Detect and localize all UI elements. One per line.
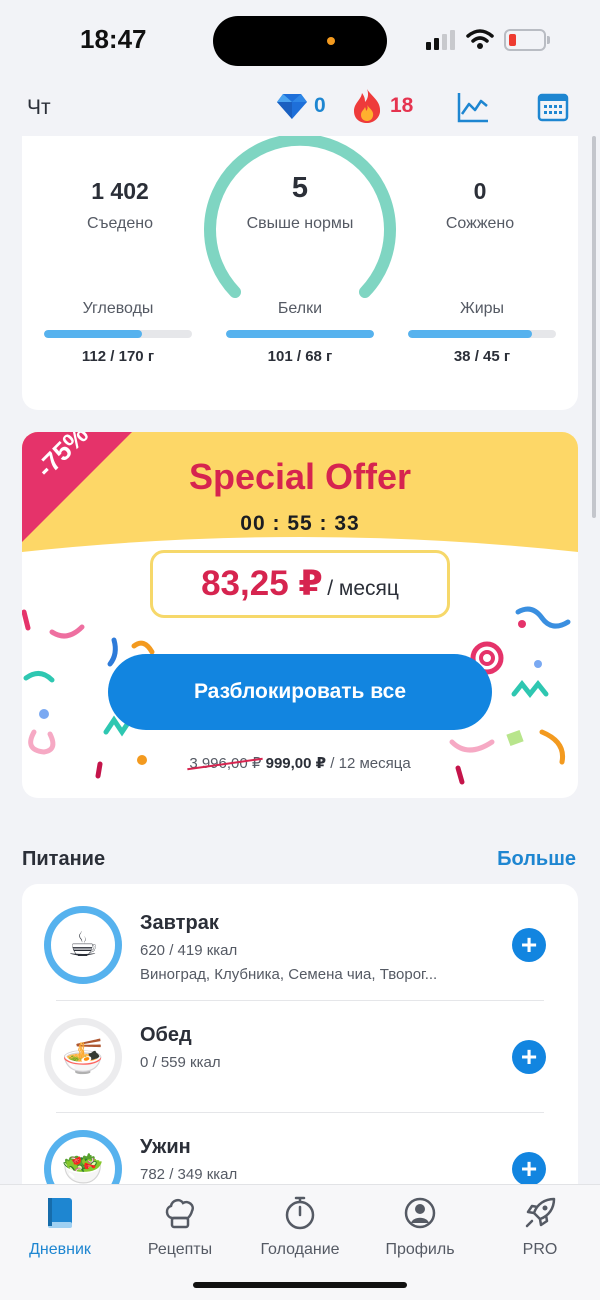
rocket-icon xyxy=(525,1197,556,1228)
meal-calories: 620 / 419 ккал xyxy=(140,942,238,959)
macro-carbs: Углеводы 112 / 170 г xyxy=(44,300,192,365)
coffee-cup-icon: ☕ xyxy=(67,926,99,964)
eaten-value: 1 402 xyxy=(91,178,149,204)
tab-label: Профиль xyxy=(385,1241,455,1258)
diary-scroll[interactable]: 1 402 Съедено 5 Свыше нормы 0 Сожжено Уг… xyxy=(0,136,600,1184)
meal-breakfast[interactable]: ☕ Завтрак 620 / 419 ккал Виноград, Клубн… xyxy=(22,884,578,994)
day-selector[interactable]: Чт xyxy=(27,96,51,120)
tab-label: Голодание xyxy=(260,1241,340,1258)
fat-label: Жиры xyxy=(459,300,505,317)
special-offer-card[interactable]: -75% Special Offer 00 : 55 : 33 83,25 ₽ … xyxy=(22,432,578,798)
diamond-icon[interactable] xyxy=(277,92,307,120)
eaten-stat: 1 402 Съедено xyxy=(40,178,200,233)
tab-profile[interactable]: Профиль xyxy=(360,1193,480,1259)
dynamic-island xyxy=(213,16,387,66)
wifi-icon xyxy=(466,29,494,49)
tab-recipes[interactable]: Рецепты xyxy=(120,1193,240,1259)
stats-chart-icon[interactable] xyxy=(456,90,490,124)
signal-icon xyxy=(426,30,458,50)
price-period: / месяц xyxy=(327,577,399,600)
old-price: 3 996,00 ₽ xyxy=(189,755,262,772)
tab-label: Дневник xyxy=(29,1241,91,1258)
tab-diary[interactable]: Дневник xyxy=(0,1193,120,1259)
over-limit-stat: 5 Свыше нормы xyxy=(220,172,380,233)
meal-lunch[interactable]: 🍜 Обед 0 / 559 ккал + xyxy=(22,996,578,1106)
over-limit-label: Свыше нормы xyxy=(246,215,354,232)
streak-count: 18 xyxy=(390,94,414,117)
meal-items: Виноград, Клубника, Семена чиа, Творог..… xyxy=(140,966,438,983)
breakfast-progress-ring: ☕ xyxy=(44,906,122,984)
top-header: Чт 0 18 xyxy=(0,80,600,136)
protein-value: 101 / 68 г xyxy=(267,348,333,365)
add-breakfast-button[interactable]: + xyxy=(512,928,546,962)
macro-fat: Жиры 38 / 45 г xyxy=(408,300,556,365)
calendar-icon[interactable] xyxy=(537,90,569,122)
fat-progress-bar xyxy=(408,330,556,338)
meal-name: Завтрак xyxy=(140,912,219,934)
battery-icon xyxy=(504,29,546,51)
stopwatch-icon xyxy=(285,1196,315,1230)
scrollbar[interactable] xyxy=(592,136,596,518)
chef-hat-icon xyxy=(165,1198,194,1229)
meals-card: ☕ Завтрак 620 / 419 ккал Виноград, Клубн… xyxy=(22,884,578,1184)
protein-label: Белки xyxy=(277,300,323,317)
tab-label: PRO xyxy=(522,1241,558,1258)
camera-dot xyxy=(327,37,335,45)
nutrition-more-link[interactable]: Больше xyxy=(497,848,576,871)
macro-protein: Белки 101 / 68 г xyxy=(226,300,374,365)
eaten-label: Съедено xyxy=(86,215,154,232)
offer-title: Special Offer xyxy=(188,456,412,497)
meal-name: Ужин xyxy=(140,1136,191,1158)
dinner-progress-ring: 🥗 xyxy=(44,1130,122,1184)
lunch-progress-ring: 🍜 xyxy=(44,1018,122,1096)
protein-progress-bar xyxy=(226,330,374,338)
calorie-summary-card: 1 402 Съедено 5 Свыше нормы 0 Сожжено Уг… xyxy=(22,136,578,410)
nutrition-section-title: Питание xyxy=(22,848,106,870)
meal-name: Обед xyxy=(140,1024,192,1046)
over-limit-value: 5 xyxy=(291,172,309,204)
offer-timer: 00 : 55 : 33 xyxy=(240,512,360,535)
yearly-price-row: 3 996,00 ₽ 999,00 ₽ / 12 месяца xyxy=(22,754,578,772)
burned-value: 0 xyxy=(473,178,487,204)
status-bar: 18:47 xyxy=(0,0,600,80)
status-time: 18:47 xyxy=(80,24,147,54)
burned-stat: 0 Сожжено xyxy=(400,178,560,233)
carbs-progress-bar xyxy=(44,330,192,338)
price-box: 83,25 ₽ / месяц xyxy=(150,550,450,618)
diamond-count: 0 xyxy=(314,94,326,117)
billing-period: / 12 месяца xyxy=(330,755,411,772)
fire-icon[interactable] xyxy=(352,88,382,124)
tab-label: Рецепты xyxy=(147,1241,213,1258)
add-lunch-button[interactable]: + xyxy=(512,1040,546,1074)
profile-icon xyxy=(404,1197,436,1229)
meal-calories: 782 / 349 ккал xyxy=(140,1166,238,1183)
carbs-label: Углеводы xyxy=(82,300,154,317)
add-dinner-button[interactable]: + xyxy=(512,1152,546,1184)
tab-pro[interactable]: PRO xyxy=(480,1193,600,1259)
new-price: 999,00 ₽ xyxy=(265,755,327,772)
salad-bowl-icon: 🥗 xyxy=(61,1150,105,1184)
carbs-value: 112 / 170 г xyxy=(81,348,155,365)
meal-dinner[interactable]: 🥗 Ужин 782 / 349 ккал + xyxy=(22,1108,578,1184)
soup-bowl-icon: 🍜 xyxy=(61,1038,105,1076)
tab-fasting[interactable]: Голодание xyxy=(240,1193,360,1259)
monthly-price: 83,25 ₽ xyxy=(201,564,323,603)
home-indicator xyxy=(193,1282,407,1288)
fat-value: 38 / 45 г xyxy=(453,348,511,365)
book-icon xyxy=(48,1198,72,1228)
burned-label: Сожжено xyxy=(445,215,515,232)
unlock-all-button[interactable]: Разблокировать все xyxy=(108,654,492,730)
meal-calories: 0 / 559 ккал xyxy=(140,1054,221,1071)
